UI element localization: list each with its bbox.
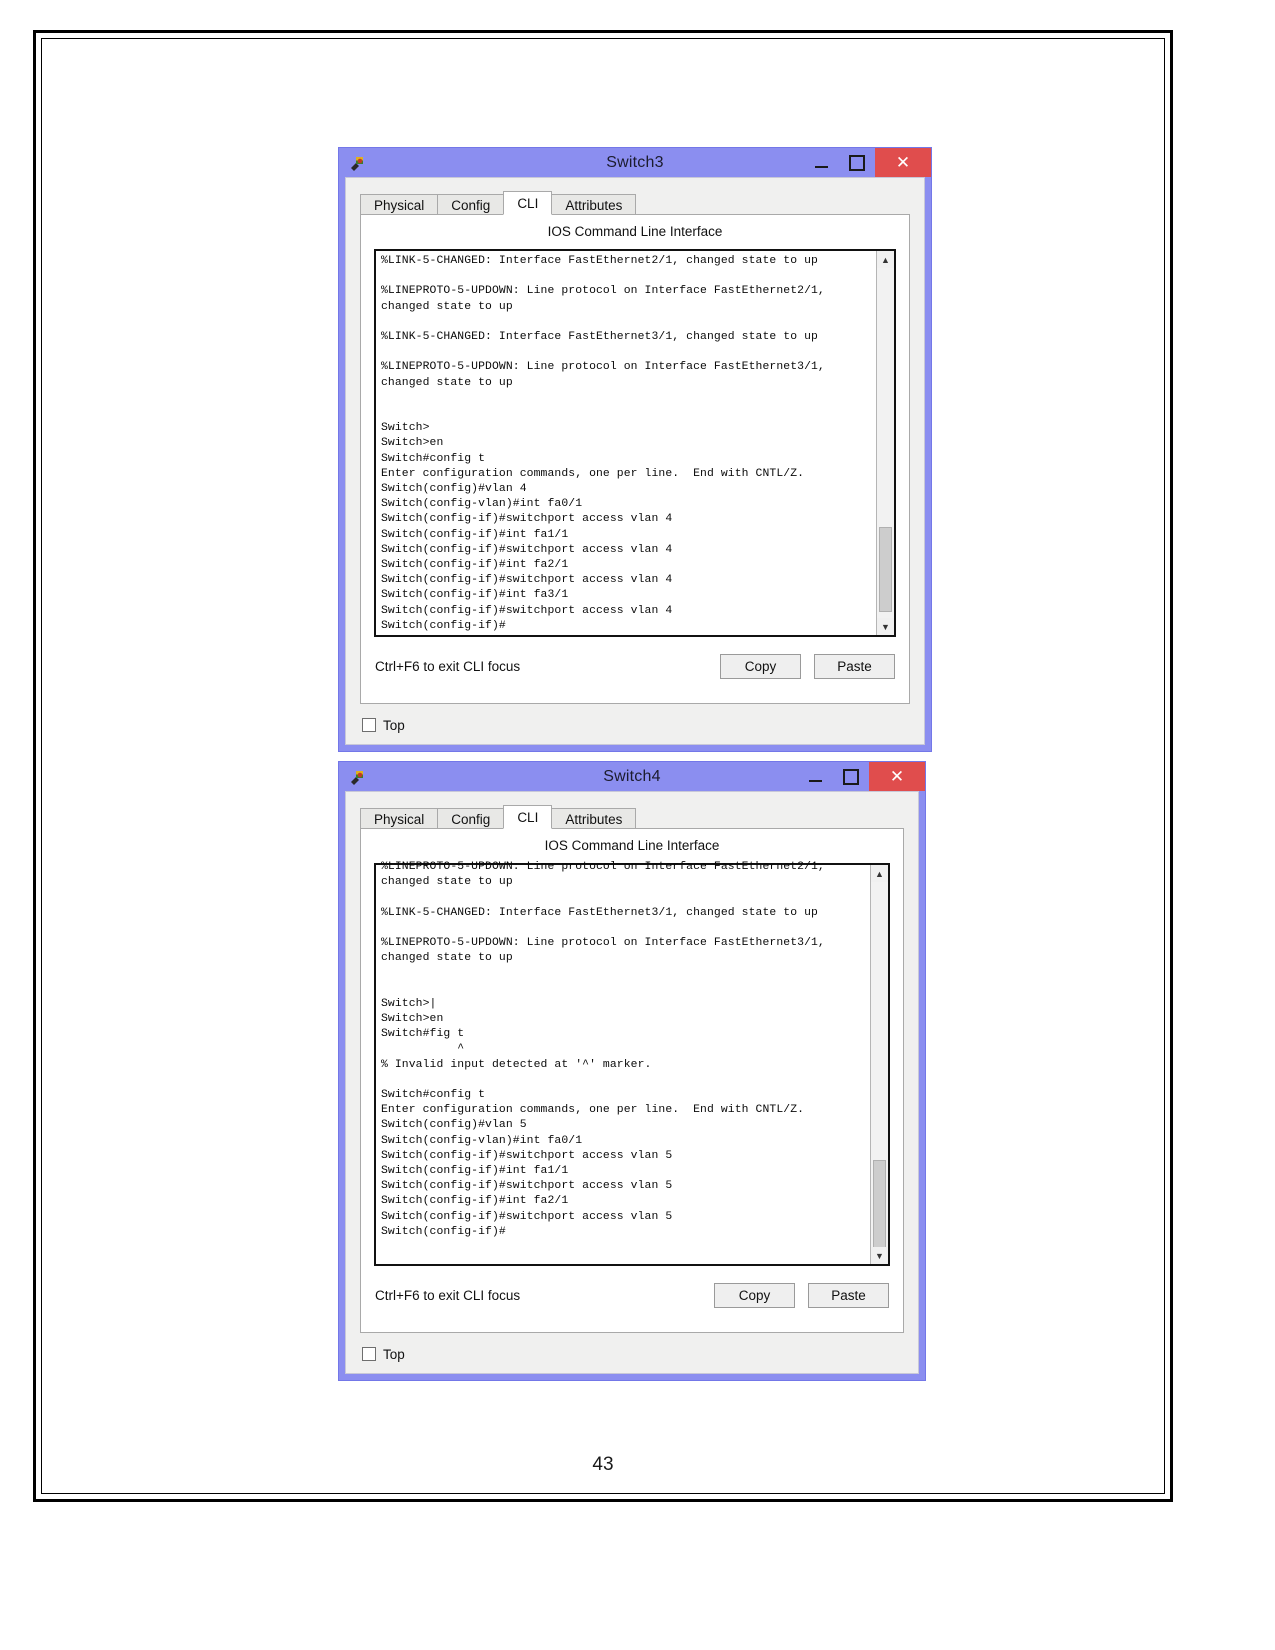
tab-physical[interactable]: Physical	[360, 194, 439, 215]
cli-button-row: Copy Paste	[714, 1282, 889, 1308]
packet-tracer-device-icon	[348, 768, 366, 786]
cli-footer: Ctrl+F6 to exit CLI focus Copy Paste	[375, 1280, 889, 1310]
cli-scrollbar[interactable]: ▲ ▼	[870, 865, 888, 1264]
device-window-switch3[interactable]: Switch3 ✕ Physical Config CLI Attributes…	[338, 147, 932, 752]
window-titlebar[interactable]: Switch3 ✕	[339, 148, 931, 177]
scroll-down-arrow-icon[interactable]: ▼	[871, 1247, 888, 1264]
cli-tab-panel: IOS Command Line Interface %LINK-5-CHANG…	[360, 214, 910, 704]
tab-attributes[interactable]: Attributes	[551, 194, 637, 215]
cli-output-text[interactable]: %LINEPROTO-5-UPDOWN: Line protocol on In…	[376, 860, 870, 1264]
tab-cli[interactable]: CLI	[503, 191, 553, 215]
tab-config[interactable]: Config	[437, 194, 505, 215]
panel-heading: IOS Command Line Interface	[547, 224, 723, 239]
paste-button[interactable]: Paste	[814, 653, 895, 679]
cli-tab-panel: IOS Command Line Interface %LINEPROTO-5-…	[360, 828, 904, 1333]
top-checkbox-row[interactable]: Top	[362, 1343, 405, 1365]
cli-output-text[interactable]: %LINK-5-CHANGED: Interface FastEthernet2…	[376, 251, 876, 635]
window-body: Physical Config CLI Attributes IOS Comma…	[345, 791, 919, 1374]
scrollbar-thumb[interactable]	[879, 527, 892, 612]
panel-heading: IOS Command Line Interface	[544, 838, 720, 853]
copy-button[interactable]: Copy	[720, 653, 801, 679]
scroll-up-arrow-icon[interactable]: ▲	[877, 251, 894, 268]
scroll-up-arrow-icon[interactable]: ▲	[871, 865, 888, 882]
top-checkbox[interactable]	[362, 1347, 376, 1361]
minimize-button[interactable]	[803, 149, 839, 176]
tab-attributes[interactable]: Attributes	[551, 808, 637, 829]
top-checkbox-row[interactable]: Top	[362, 714, 405, 736]
window-controls: ✕	[803, 148, 931, 177]
scrollbar-thumb[interactable]	[873, 1160, 886, 1249]
window-controls: ✕	[797, 762, 925, 791]
cli-footer: Ctrl+F6 to exit CLI focus Copy Paste	[375, 651, 895, 681]
document-page: Switch3 ✕ Physical Config CLI Attributes…	[41, 38, 1165, 1494]
cli-scrollbar[interactable]: ▲ ▼	[876, 251, 894, 635]
cli-button-row: Copy Paste	[720, 653, 895, 679]
copy-button[interactable]: Copy	[714, 1282, 795, 1308]
page-number: 43	[592, 1454, 614, 1475]
top-checkbox-label: Top	[383, 717, 405, 733]
cli-console[interactable]: %LINEPROTO-5-UPDOWN: Line protocol on In…	[374, 860, 890, 1266]
scroll-down-arrow-icon[interactable]: ▼	[877, 618, 894, 635]
packet-tracer-device-icon	[348, 154, 366, 172]
close-button[interactable]: ✕	[869, 762, 925, 791]
maximize-button[interactable]	[833, 763, 869, 790]
paste-button[interactable]: Paste	[808, 1282, 889, 1308]
tab-bar: Physical Config CLI Attributes	[360, 805, 918, 829]
close-button[interactable]: ✕	[875, 148, 931, 177]
tab-bar: Physical Config CLI Attributes	[360, 191, 924, 215]
tab-cli[interactable]: CLI	[503, 805, 553, 829]
top-checkbox[interactable]	[362, 718, 376, 732]
minimize-button[interactable]	[797, 763, 833, 790]
window-titlebar[interactable]: Switch4 ✕	[339, 762, 925, 791]
maximize-button[interactable]	[839, 149, 875, 176]
tab-config[interactable]: Config	[437, 808, 505, 829]
cli-console[interactable]: %LINK-5-CHANGED: Interface FastEthernet2…	[374, 249, 896, 637]
device-window-switch4[interactable]: Switch4 ✕ Physical Config CLI Attributes…	[338, 761, 926, 1381]
window-body: Physical Config CLI Attributes IOS Comma…	[345, 177, 925, 745]
document-page-border: Switch3 ✕ Physical Config CLI Attributes…	[33, 30, 1173, 1502]
tab-physical[interactable]: Physical	[360, 808, 439, 829]
top-checkbox-label: Top	[383, 1346, 405, 1362]
cli-focus-hint: Ctrl+F6 to exit CLI focus	[375, 658, 521, 674]
cli-focus-hint: Ctrl+F6 to exit CLI focus	[375, 1287, 521, 1303]
